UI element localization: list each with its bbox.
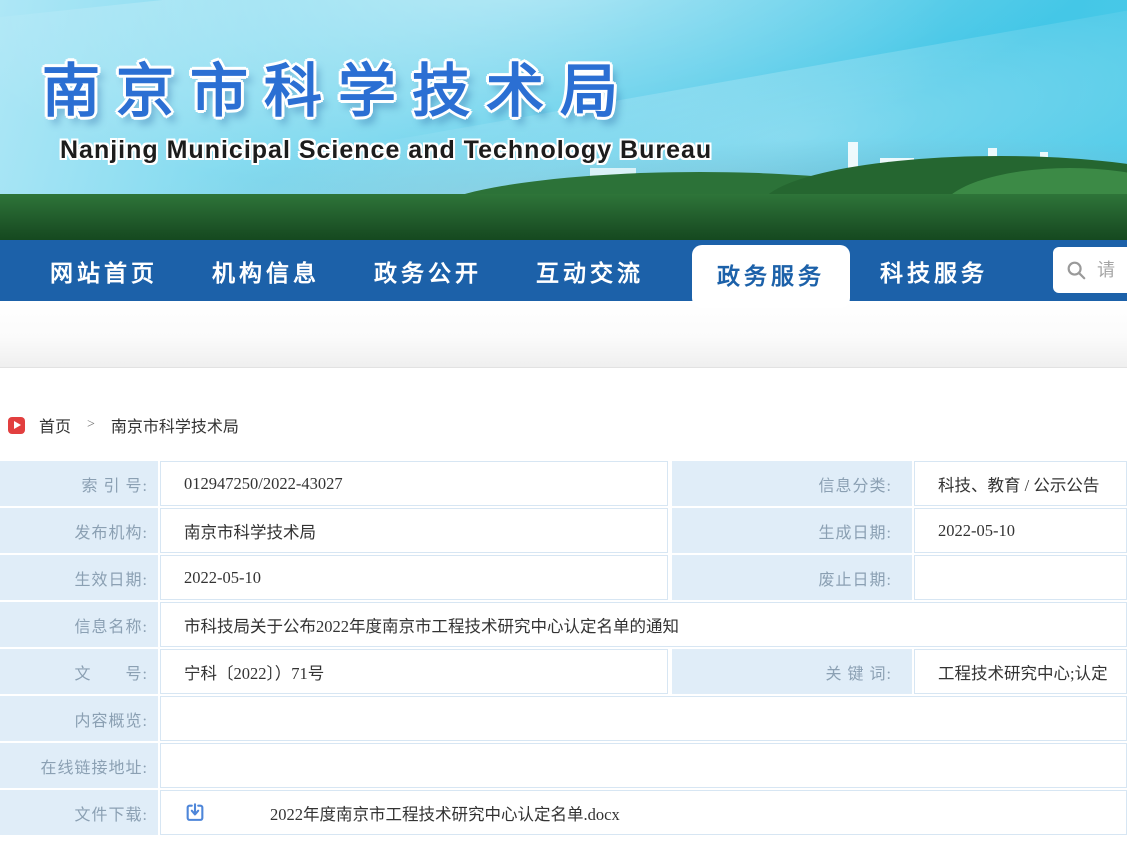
search-input[interactable] bbox=[1097, 260, 1127, 281]
nav-item-tech-services[interactable]: 科技服务 bbox=[880, 254, 988, 288]
label-doc-number: 文 号: bbox=[0, 649, 158, 694]
nav-item-org-info[interactable]: 机构信息 bbox=[212, 254, 320, 288]
value-content-summary bbox=[160, 696, 1127, 741]
value-doc-number: 宁科〔2022〕）71号 bbox=[160, 649, 668, 694]
value-publisher: 南京市科学技术局 bbox=[160, 508, 668, 553]
site-title-cn: 南京市科学技术局 bbox=[42, 44, 634, 128]
search-box[interactable] bbox=[1053, 247, 1127, 293]
table-row-effective-date: 生效日期: 2022-05-10 废止日期: bbox=[0, 555, 1127, 600]
label-create-date: 生成日期: bbox=[672, 508, 912, 553]
table-row-file-download: 文件下载: 2022年度南京市工程技术研究中心认定名单.docx bbox=[0, 790, 1127, 835]
value-create-date: 2022-05-10 bbox=[914, 508, 1127, 553]
site-banner: 南京市科学技术局 Nanjing Municipal Science and T… bbox=[0, 0, 1127, 240]
breadcrumb-current: 南京市科学技术局 bbox=[111, 413, 239, 437]
banner-treeline bbox=[0, 194, 1127, 240]
label-publisher: 发布机构: bbox=[0, 508, 158, 553]
value-index-number: 012947250/2022-43027 bbox=[160, 461, 668, 506]
table-row-index-number: 索 引 号: 012947250/2022-43027 信息分类: 科技、教育 … bbox=[0, 461, 1127, 506]
value-expiry-date bbox=[914, 555, 1127, 600]
label-expiry-date: 废止日期: bbox=[672, 555, 912, 600]
download-icon bbox=[184, 802, 206, 824]
label-online-link: 在线链接地址: bbox=[0, 743, 158, 788]
file-name: 2022年度南京市工程技术研究中心认定名单.docx bbox=[270, 801, 620, 825]
breadcrumb-separator: > bbox=[87, 417, 95, 433]
label-info-category: 信息分类: bbox=[672, 461, 912, 506]
label-content-summary: 内容概览: bbox=[0, 696, 158, 741]
breadcrumb: 首页 > 南京市科学技术局 bbox=[8, 414, 1127, 436]
breadcrumb-play-icon bbox=[8, 417, 25, 434]
breadcrumb-home-link[interactable]: 首页 bbox=[39, 413, 71, 437]
search-icon bbox=[1065, 259, 1087, 281]
table-row-doc-number: 文 号: 宁科〔2022〕）71号 关 键 词: 工程技术研究中心;认定 bbox=[0, 649, 1127, 694]
table-row-online-link: 在线链接地址: bbox=[0, 743, 1127, 788]
table-row-content-summary: 内容概览: bbox=[0, 696, 1127, 741]
label-index-number: 索 引 号: bbox=[0, 461, 158, 506]
value-keywords: 工程技术研究中心;认定 bbox=[914, 649, 1127, 694]
label-info-title: 信息名称: bbox=[0, 602, 158, 647]
label-keywords: 关 键 词: bbox=[672, 649, 912, 694]
value-info-category: 科技、教育 / 公示公告 bbox=[914, 461, 1127, 506]
value-file-download: 2022年度南京市工程技术研究中心认定名单.docx bbox=[160, 790, 1127, 835]
nav-item-home[interactable]: 网站首页 bbox=[50, 254, 158, 288]
nav-item-gov-services-active[interactable]: 政务服务 bbox=[692, 245, 850, 308]
page: 南京市科学技术局 Nanjing Municipal Science and T… bbox=[0, 0, 1127, 845]
subnav-strip bbox=[0, 301, 1127, 368]
nav-item-interaction[interactable]: 互动交流 bbox=[536, 254, 644, 288]
file-download-link[interactable]: 2022年度南京市工程技术研究中心认定名单.docx bbox=[184, 801, 620, 825]
site-title-en: Nanjing Municipal Science and Technology… bbox=[60, 136, 712, 165]
nav-item-gov-disclosure[interactable]: 政务公开 bbox=[374, 254, 482, 288]
main-nav: 网站首页 机构信息 政务公开 互动交流 政务服务 科技服务 bbox=[0, 240, 1127, 301]
table-row-publisher: 发布机构: 南京市科学技术局 生成日期: 2022-05-10 bbox=[0, 508, 1127, 553]
label-effective-date: 生效日期: bbox=[0, 555, 158, 600]
table-row-info-title: 信息名称: 市科技局关于公布2022年度南京市工程技术研究中心认定名单的通知 bbox=[0, 602, 1127, 647]
label-file-download: 文件下载: bbox=[0, 790, 158, 835]
info-table: 索 引 号: 012947250/2022-43027 信息分类: 科技、教育 … bbox=[0, 461, 1127, 835]
value-info-title: 市科技局关于公布2022年度南京市工程技术研究中心认定名单的通知 bbox=[160, 602, 1127, 647]
value-online-link bbox=[160, 743, 1127, 788]
value-effective-date: 2022-05-10 bbox=[160, 555, 668, 600]
